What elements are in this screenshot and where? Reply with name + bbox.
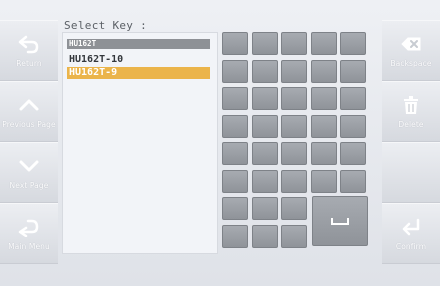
page-title: Select Key : <box>64 19 148 32</box>
keypad-key[interactable] <box>251 197 278 220</box>
keypad-key[interactable] <box>251 224 278 248</box>
confirm-label: Confirm <box>395 241 427 251</box>
keypad-key[interactable] <box>251 169 278 193</box>
space-key[interactable] <box>312 196 368 246</box>
backspace-button[interactable]: Backspace <box>382 20 440 81</box>
keypad-key[interactable] <box>281 87 307 110</box>
keypad-key[interactable] <box>310 169 337 193</box>
chevron-up-icon <box>19 99 39 111</box>
keypad-key[interactable] <box>340 59 366 83</box>
return-button[interactable]: Return <box>0 20 58 81</box>
keypad-key[interactable] <box>222 59 248 83</box>
keypad-key[interactable] <box>310 114 337 138</box>
previous-page-button[interactable]: Previous Page <box>0 81 58 142</box>
confirm-button[interactable]: Confirm <box>382 203 440 264</box>
right-button-column: Backspace Delete Confirm <box>382 20 440 264</box>
delete-label: Delete <box>398 119 424 129</box>
keypad-key[interactable] <box>281 32 307 55</box>
screen: Return Previous Page Next Page Main Menu… <box>0 0 440 286</box>
list-item[interactable]: HU162T-10 <box>67 54 210 66</box>
keypad-key[interactable] <box>222 32 248 55</box>
keypad-key[interactable] <box>222 114 248 138</box>
list-item-selected[interactable]: HU162T-9 <box>67 67 210 79</box>
next-page-label: Next Page <box>9 180 49 190</box>
keypad-key[interactable] <box>340 142 366 165</box>
keypad-key[interactable] <box>281 59 307 83</box>
main-menu-arrow-icon <box>18 219 39 237</box>
keypad-key[interactable] <box>340 32 366 55</box>
keypad-key[interactable] <box>251 59 278 83</box>
main-menu-button[interactable]: Main Menu <box>0 203 58 264</box>
keypad-key[interactable] <box>340 87 366 110</box>
chevron-down-icon <box>19 160 39 172</box>
keypad-key[interactable] <box>222 142 248 165</box>
keypad-key[interactable] <box>222 224 248 248</box>
return-arrow-icon <box>18 35 39 53</box>
main-menu-label: Main Menu <box>8 241 50 251</box>
enter-arrow-icon <box>402 218 420 235</box>
keypad-key[interactable] <box>340 169 366 193</box>
keypad-key[interactable] <box>222 87 248 110</box>
space-icon <box>331 218 349 225</box>
keypad-key[interactable] <box>222 169 248 193</box>
keypad-key[interactable] <box>251 87 278 110</box>
trash-icon <box>404 95 418 114</box>
keypad-key[interactable] <box>251 142 278 165</box>
keypad-key[interactable] <box>310 87 337 110</box>
blank-button <box>382 142 440 203</box>
keypad-key[interactable] <box>281 224 307 248</box>
keypad-key[interactable] <box>222 197 248 220</box>
keypad-key[interactable] <box>281 114 307 138</box>
keypad-key[interactable] <box>281 197 307 220</box>
return-label: Return <box>16 58 42 68</box>
delete-button[interactable]: Delete <box>382 81 440 142</box>
backspace-label: Backspace <box>390 58 432 68</box>
keypad-key[interactable] <box>251 114 278 138</box>
keypad-key[interactable] <box>281 169 307 193</box>
next-page-button[interactable]: Next Page <box>0 142 58 203</box>
key-search-input[interactable]: HU162T <box>67 39 210 49</box>
keypad-key[interactable] <box>251 32 278 55</box>
keypad-key[interactable] <box>310 59 337 83</box>
keypad-key[interactable] <box>310 32 337 55</box>
previous-page-label: Previous Page <box>2 119 56 129</box>
keypad-key[interactable] <box>310 142 337 165</box>
left-button-column: Return Previous Page Next Page Main Menu <box>0 20 58 264</box>
backspace-icon <box>401 37 421 51</box>
keypad-key[interactable] <box>340 114 366 138</box>
keypad-key[interactable] <box>281 142 307 165</box>
